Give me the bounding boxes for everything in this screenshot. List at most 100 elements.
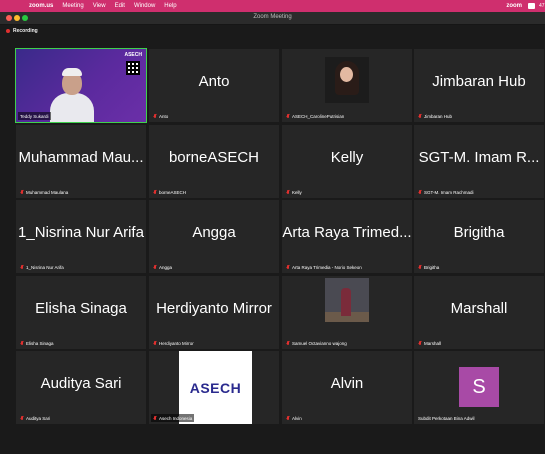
participant-name-label: Angga bbox=[151, 263, 174, 271]
participant-tile[interactable]: Marshall Marshall bbox=[414, 276, 544, 349]
participant-name-label: Herdiyanto Mirror bbox=[151, 339, 196, 347]
participant-label-text: Jimbaran Hub bbox=[424, 113, 453, 119]
muted-mic-icon bbox=[286, 341, 290, 345]
menu-window[interactable]: Window bbox=[134, 3, 155, 9]
participant-name-label: Elisha Sinaga bbox=[18, 339, 56, 347]
participant-label-text: Samuel Octavianno wajong bbox=[292, 340, 347, 346]
menu-help[interactable]: Help bbox=[164, 3, 176, 9]
participant-label-text: Alvin bbox=[292, 415, 302, 421]
participant-tile[interactable]: Elisha Sinaga Elisha Sinaga bbox=[16, 276, 146, 349]
participant-tile[interactable]: Jimbaran Hub Jimbaran Hub bbox=[414, 49, 544, 122]
participant-display-name: Muhammad Mau... bbox=[18, 149, 144, 166]
participant-name-label: borneASECH bbox=[151, 188, 188, 196]
muted-mic-icon bbox=[20, 265, 24, 269]
participant-display-name: Angga bbox=[192, 224, 236, 241]
participant-tile[interactable]: ASECH_CarolinePutrisian bbox=[282, 49, 412, 122]
participant-name-label: Alvin bbox=[284, 414, 304, 422]
asech-logo-text: ASECH bbox=[189, 379, 242, 396]
muted-mic-icon bbox=[418, 341, 422, 345]
muted-mic-icon bbox=[418, 190, 422, 194]
participant-display-name: Anto bbox=[198, 73, 230, 90]
menubar-clipped-text: 47 bbox=[539, 3, 545, 9]
participant-tile[interactable]: Brigitha Brigitha bbox=[414, 200, 544, 273]
participant-tile[interactable]: Alvin Alvin bbox=[282, 351, 412, 424]
participant-name-label: 1_Nisrina Nur Arifa bbox=[18, 263, 66, 271]
muted-mic-icon bbox=[153, 114, 157, 118]
participant-name-label: Teddy Sukardi bbox=[18, 112, 51, 120]
photo-figure bbox=[341, 288, 351, 316]
participant-tile[interactable]: borneASECH borneASECH bbox=[149, 125, 279, 198]
participant-display-name: Brigitha bbox=[453, 224, 505, 241]
participant-name-label: Muhammad Maulana bbox=[18, 188, 70, 196]
participant-label-text: ASECH_CarolinePutrisian bbox=[292, 113, 345, 119]
participant-tile[interactable]: Arta Raya Trimed... Arta Raya Trimedia - … bbox=[282, 200, 412, 273]
zoom-status-logo[interactable]: zoom bbox=[506, 3, 522, 9]
recording-dot-icon bbox=[6, 29, 10, 33]
muted-mic-icon bbox=[153, 341, 157, 345]
muted-mic-icon bbox=[20, 190, 24, 194]
muted-mic-icon bbox=[153, 265, 157, 269]
participant-display-name: Herdiyanto Mirror bbox=[156, 300, 272, 317]
participant-label-text: Teddy Sukardi bbox=[20, 113, 49, 119]
menu-view[interactable]: View bbox=[93, 3, 106, 9]
participant-tile[interactable]: Herdiyanto Mirror Herdiyanto Mirror bbox=[149, 276, 279, 349]
menu-meeting[interactable]: Meeting bbox=[62, 3, 83, 9]
participant-label-text: Anto bbox=[159, 113, 169, 119]
participant-name-label: ASECH_CarolinePutrisian bbox=[284, 112, 346, 120]
muted-mic-icon bbox=[286, 114, 290, 118]
participant-display-name: Kelly bbox=[330, 149, 364, 166]
participant-label-text: borneASECH bbox=[159, 189, 187, 195]
participant-name-label: SGT-M. Imam Rachmadi bbox=[416, 188, 476, 196]
participant-tile[interactable]: Anto Anto bbox=[149, 49, 279, 122]
participant-tile[interactable]: Kelly Kelly bbox=[282, 125, 412, 198]
participant-name-label: Asech Indonesia bbox=[151, 414, 195, 422]
participant-tile[interactable]: ASECH Teddy Sukardi bbox=[15, 48, 147, 123]
participant-tile[interactable]: ASECH Asech Indonesia bbox=[149, 351, 279, 424]
menu-app-name[interactable]: zoom.us bbox=[29, 3, 53, 9]
participant-tile[interactable]: Muhammad Mau... Muhammad Maulana bbox=[16, 125, 146, 198]
gallery-grid: ASECH Teddy Sukardi Anto Anto ASECH_Caroline… bbox=[15, 48, 544, 424]
muted-mic-icon bbox=[153, 416, 157, 420]
participant-name-label: Subdit Perkotaan Bina Adwil bbox=[416, 414, 477, 422]
participant-name-label: Kelly bbox=[284, 188, 304, 196]
muted-mic-icon bbox=[286, 416, 290, 420]
participant-label-text: SGT-M. Imam Rachmadi bbox=[424, 189, 474, 195]
participant-display-name: Jimbaran Hub bbox=[432, 73, 526, 90]
window-titlebar: Zoom Meeting bbox=[0, 12, 545, 25]
muted-mic-icon bbox=[418, 114, 422, 118]
muted-mic-icon bbox=[20, 416, 24, 420]
participant-label-text: Auditya Sari bbox=[26, 415, 51, 421]
participant-tile[interactable]: Samuel Octavianno wajong bbox=[282, 276, 412, 349]
participant-tile[interactable]: S Subdit Perkotaan Bina Adwil bbox=[414, 351, 544, 424]
mac-menubar: zoom.us Meeting View Edit Window Help zo… bbox=[0, 0, 545, 12]
participant-label-text: Asech Indonesia bbox=[159, 415, 193, 421]
participant-name-label: Samuel Octavianno wajong bbox=[284, 339, 349, 347]
muted-mic-icon bbox=[418, 265, 422, 269]
profile-photo bbox=[325, 278, 369, 322]
participant-label-text: Herdiyanto Mirror bbox=[159, 340, 194, 346]
participant-display-name: Alvin bbox=[330, 375, 364, 392]
participant-label-text: Marshall bbox=[424, 340, 442, 346]
participant-label-text: Brigitha bbox=[424, 264, 440, 270]
menu-edit[interactable]: Edit bbox=[115, 3, 125, 9]
participant-name-label: Auditya Sari bbox=[18, 414, 52, 422]
participant-display-name: SGT-M. Imam R... bbox=[418, 149, 540, 166]
participant-tile[interactable]: 1_Nisrina Nur Arifa 1_Nisrina Nur Arifa bbox=[16, 200, 146, 273]
participant-label-text: 1_Nisrina Nur Arifa bbox=[26, 264, 64, 270]
participant-label-text: Angga bbox=[159, 264, 173, 270]
screen-share-status-icon[interactable] bbox=[528, 3, 535, 9]
participant-display-name: Marshall bbox=[450, 300, 508, 317]
participant-label-text: Elisha Sinaga bbox=[26, 340, 54, 346]
participant-display-name: borneASECH bbox=[168, 149, 260, 166]
participant-tile[interactable]: SGT-M. Imam R... SGT-M. Imam Rachmadi bbox=[414, 125, 544, 198]
muted-mic-icon bbox=[286, 190, 290, 194]
recording-label: Recording bbox=[13, 28, 38, 34]
participant-tile[interactable]: Angga Angga bbox=[149, 200, 279, 273]
window-title: Zoom Meeting bbox=[253, 14, 292, 20]
recording-indicator[interactable]: Recording bbox=[6, 27, 38, 35]
participant-tile[interactable]: Auditya Sari Auditya Sari bbox=[16, 351, 146, 424]
profile-photo bbox=[325, 57, 369, 103]
person-cap bbox=[62, 68, 82, 76]
participant-name-label: Anto bbox=[151, 112, 170, 120]
photo-face bbox=[340, 67, 353, 82]
